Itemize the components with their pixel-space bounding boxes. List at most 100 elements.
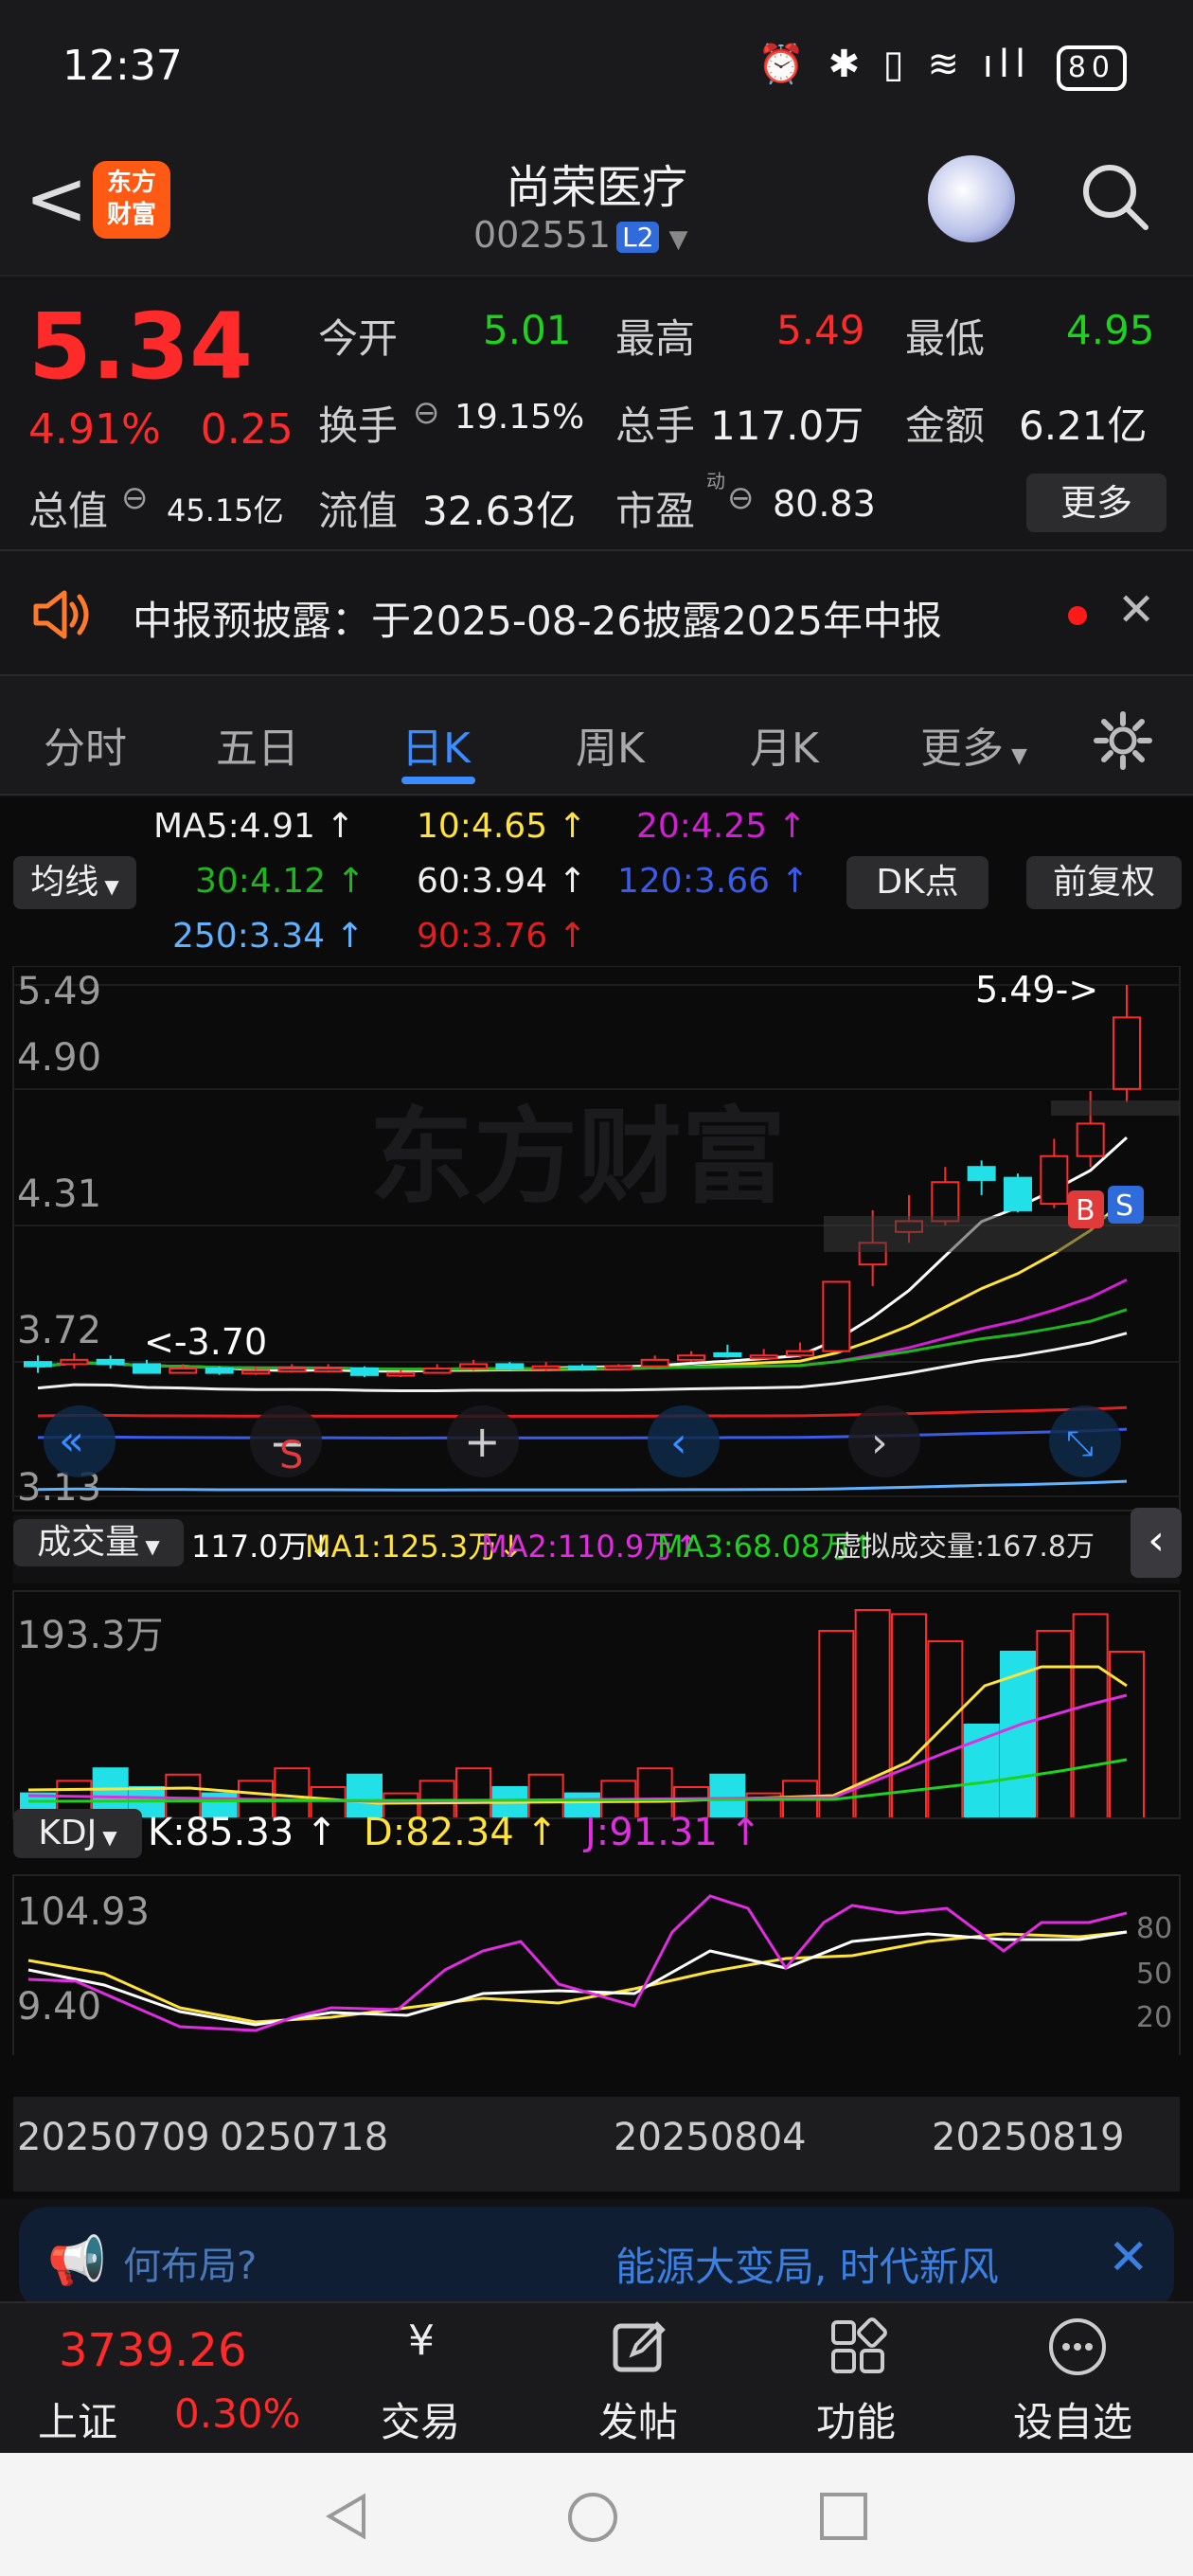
kline-chart[interactable]: 5.49 4.90 4.31 3.72 3.13 东方财富 5.49-> <-3… (0, 966, 1193, 2055)
low-label: 最低 (905, 315, 986, 362)
volume-indicator-select[interactable]: 成交量 ▼ (13, 1519, 184, 1566)
candle-body (313, 1368, 343, 1372)
stock-code: 002551 (473, 214, 612, 256)
level2-badge: L2 (616, 222, 660, 253)
open-label: 今开 (318, 315, 399, 362)
ma-select[interactable]: 均线 ▼ (13, 856, 136, 909)
kdj-lines (27, 1894, 1128, 2032)
dk-zone (1051, 1100, 1180, 1116)
candle (96, 1355, 125, 1368)
candle-body (604, 1365, 633, 1370)
svg-text:S: S (1115, 1190, 1133, 1223)
tab-five-day[interactable]: 五日 (216, 714, 299, 775)
kdj-level-50: 50 (1136, 1958, 1172, 1991)
candle-body (531, 1365, 561, 1370)
nav-trade[interactable]: 交易 (381, 2390, 460, 2448)
candle-body (205, 1368, 234, 1374)
index-name[interactable]: 上证 (38, 2390, 117, 2448)
system-nav-bar (0, 2453, 1193, 2576)
candle-body (931, 1181, 960, 1223)
more-dots-icon[interactable] (1047, 2317, 1108, 2377)
candle-body (24, 1361, 52, 1368)
volume-bar (1036, 1630, 1073, 1819)
function-grid-icon[interactable] (828, 2317, 888, 2377)
ma20-label: 20:4.25 ↑ (636, 807, 807, 846)
volume-ma1-text: MA1:125.3万 (305, 1529, 499, 1565)
candle (531, 1362, 561, 1371)
dk-point-button[interactable]: DK点 (846, 856, 988, 909)
y-tick-label: 4.31 (17, 1172, 101, 1216)
kdj-k-text: K:85.33 (148, 1811, 294, 1854)
candle-body (96, 1358, 125, 1366)
ad-banner[interactable]: 📢 何布局? 能源大变局, 时代新风 ✕ (19, 2207, 1174, 2311)
price-change: 4.91% 0.25 (28, 405, 294, 454)
candle (277, 1364, 307, 1373)
svg-text:⤡: ⤡ (1066, 1424, 1094, 1463)
post-icon[interactable] (610, 2317, 670, 2377)
kdj-d: D:82.34 ↑ (364, 1811, 559, 1854)
kdj-line (27, 1930, 1128, 2024)
chevron-down-icon: ▼ (1011, 744, 1027, 768)
pe-dynamic-sup: 动 (706, 470, 725, 492)
adjust-mode-button[interactable]: 前复权 (1026, 856, 1182, 909)
watermark: 东方财富 (369, 1097, 786, 1218)
candle-body (241, 1369, 270, 1375)
low-value: 4.95 (1066, 307, 1155, 353)
speaker-icon (33, 590, 89, 639)
market-cap-label: 总值 (28, 488, 109, 534)
bottom-nav: 3739.26 上证 0.30% ¥ 交易 发帖 功能 设自选 (0, 2301, 1193, 2453)
collapse-panel-button[interactable]: ‹ (1131, 1508, 1182, 1578)
trade-icon[interactable]: ¥ (379, 2317, 464, 2383)
float-cap-label: 流值 (318, 488, 399, 534)
kdj-k: K:85.33 ↑ (148, 1811, 338, 1854)
notice-bar[interactable]: 中报预披露：于2025-08-26披露2025年中报 ✕ (0, 549, 1193, 674)
megaphone-icon: 📢 (47, 2233, 107, 2288)
nav-home-icon[interactable] (566, 2491, 619, 2544)
tab-more[interactable]: 更多 ▼ (920, 714, 1027, 775)
chart-area[interactable]: MA5:4.91 ↑ 10:4.65 ↑ 20:4.25 ↑ 均线 ▼ 30:4.… (0, 797, 1193, 2199)
ma90-value: 90:3.76 (417, 917, 548, 956)
nav-function[interactable]: 功能 (816, 2390, 896, 2448)
chevron-down-icon: ▼ (145, 1535, 160, 1558)
info-icon[interactable]: ⊖ (727, 479, 755, 517)
tab-monthly-k[interactable]: 月K (750, 714, 819, 775)
last-price: 5.34 (28, 294, 253, 400)
volume-ma3-text: MA3:68.08万 (657, 1529, 851, 1565)
system-status-icons: ⏰ ✱ ▯ ≋ ıll (757, 43, 1032, 86)
index-change[interactable]: 0.30% (174, 2390, 300, 2437)
ma-select-label: 均线 (30, 863, 99, 902)
kdj-indicator-select[interactable]: KDJ ▼ (13, 1809, 142, 1858)
tab-intraday[interactable]: 分时 (44, 714, 127, 775)
candle (1040, 1138, 1069, 1208)
candle-body (786, 1350, 814, 1357)
info-icon[interactable]: ⊖ (413, 394, 440, 432)
high-value: 5.49 (776, 307, 865, 353)
ma20-value: 20:4.25 (636, 807, 768, 846)
close-icon[interactable]: ✕ (1108, 2229, 1149, 2286)
close-icon[interactable]: ✕ (1117, 583, 1155, 636)
kdj-j: J:91.31 ↑ (585, 1811, 762, 1854)
more-button[interactable]: 更多 (1026, 474, 1166, 532)
nav-back-icon[interactable] (322, 2491, 369, 2542)
settings-gear-icon[interactable] (1093, 710, 1153, 771)
y-tick-label: 3.72 (17, 1309, 101, 1352)
kdj-d-text: D:82.34 (364, 1811, 514, 1854)
tab-more-label: 更多 (920, 724, 1004, 773)
pe-label: 市盈 (615, 488, 696, 534)
nav-post[interactable]: 发帖 (598, 2390, 678, 2448)
tab-weekly-k[interactable]: 周K (576, 714, 645, 775)
stock-code-selector[interactable]: 002551 L2 ▼ (473, 214, 687, 256)
index-value[interactable]: 3739.26 (59, 2324, 247, 2377)
candle (967, 1160, 996, 1195)
svg-text:«: « (59, 1417, 84, 1465)
info-icon[interactable]: ⊖ (121, 479, 149, 517)
assistant-robot-icon[interactable] (928, 155, 1015, 242)
tab-daily-k[interactable]: 日K (401, 714, 471, 775)
high-label: 最高 (615, 315, 696, 362)
change-amount: 0.25 (200, 405, 294, 454)
search-icon[interactable] (1079, 161, 1149, 231)
nav-recents-icon[interactable] (818, 2491, 869, 2542)
candle (313, 1364, 343, 1373)
nav-add-watchlist[interactable]: 设自选 (1013, 2390, 1132, 2448)
turnover-value: 19.15% (454, 398, 585, 437)
